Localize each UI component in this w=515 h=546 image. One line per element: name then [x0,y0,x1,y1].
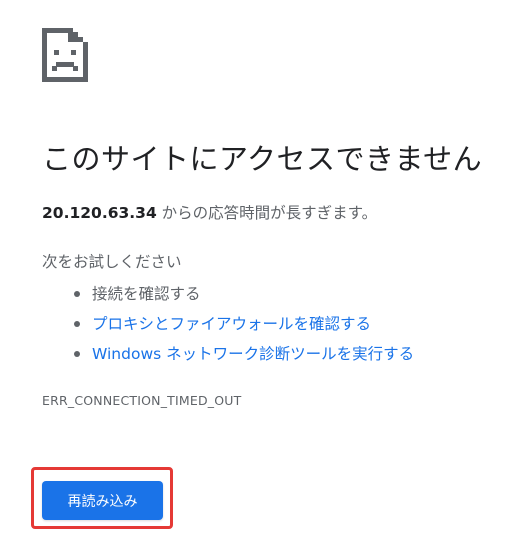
suggestions-list: 接続を確認する プロキシとファイアウォールを確認する Windows ネットワー… [74,279,414,369]
suggestion-run-diagnostics-link[interactable]: Windows ネットワーク診断ツールを実行する [92,345,414,363]
error-message: 20.120.63.34 からの応答時間が長すぎます。 [42,201,377,225]
bullet-icon [74,321,80,327]
broken-page-sad-face-icon [42,28,88,82]
list-item: 接続を確認する [74,279,414,309]
error-page: このサイトにアクセスできません 20.120.63.34 からの応答時間が長すぎ… [0,0,515,546]
reload-button[interactable]: 再読み込み [42,481,163,520]
bullet-icon [74,351,80,357]
list-item: プロキシとファイアウォールを確認する [74,309,414,339]
message-text: からの応答時間が長すぎます。 [156,204,378,222]
error-code: ERR_CONNECTION_TIMED_OUT [42,393,242,408]
suggestions-heading: 次をお試しください [42,253,182,271]
suggestion-check-connection: 接続を確認する [92,285,201,303]
list-item: Windows ネットワーク診断ツールを実行する [74,339,414,369]
bullet-icon [74,291,80,297]
host-address: 20.120.63.34 [42,204,157,222]
suggestion-check-proxy-link[interactable]: プロキシとファイアウォールを確認する [92,315,371,333]
page-title: このサイトにアクセスできません [42,142,483,176]
